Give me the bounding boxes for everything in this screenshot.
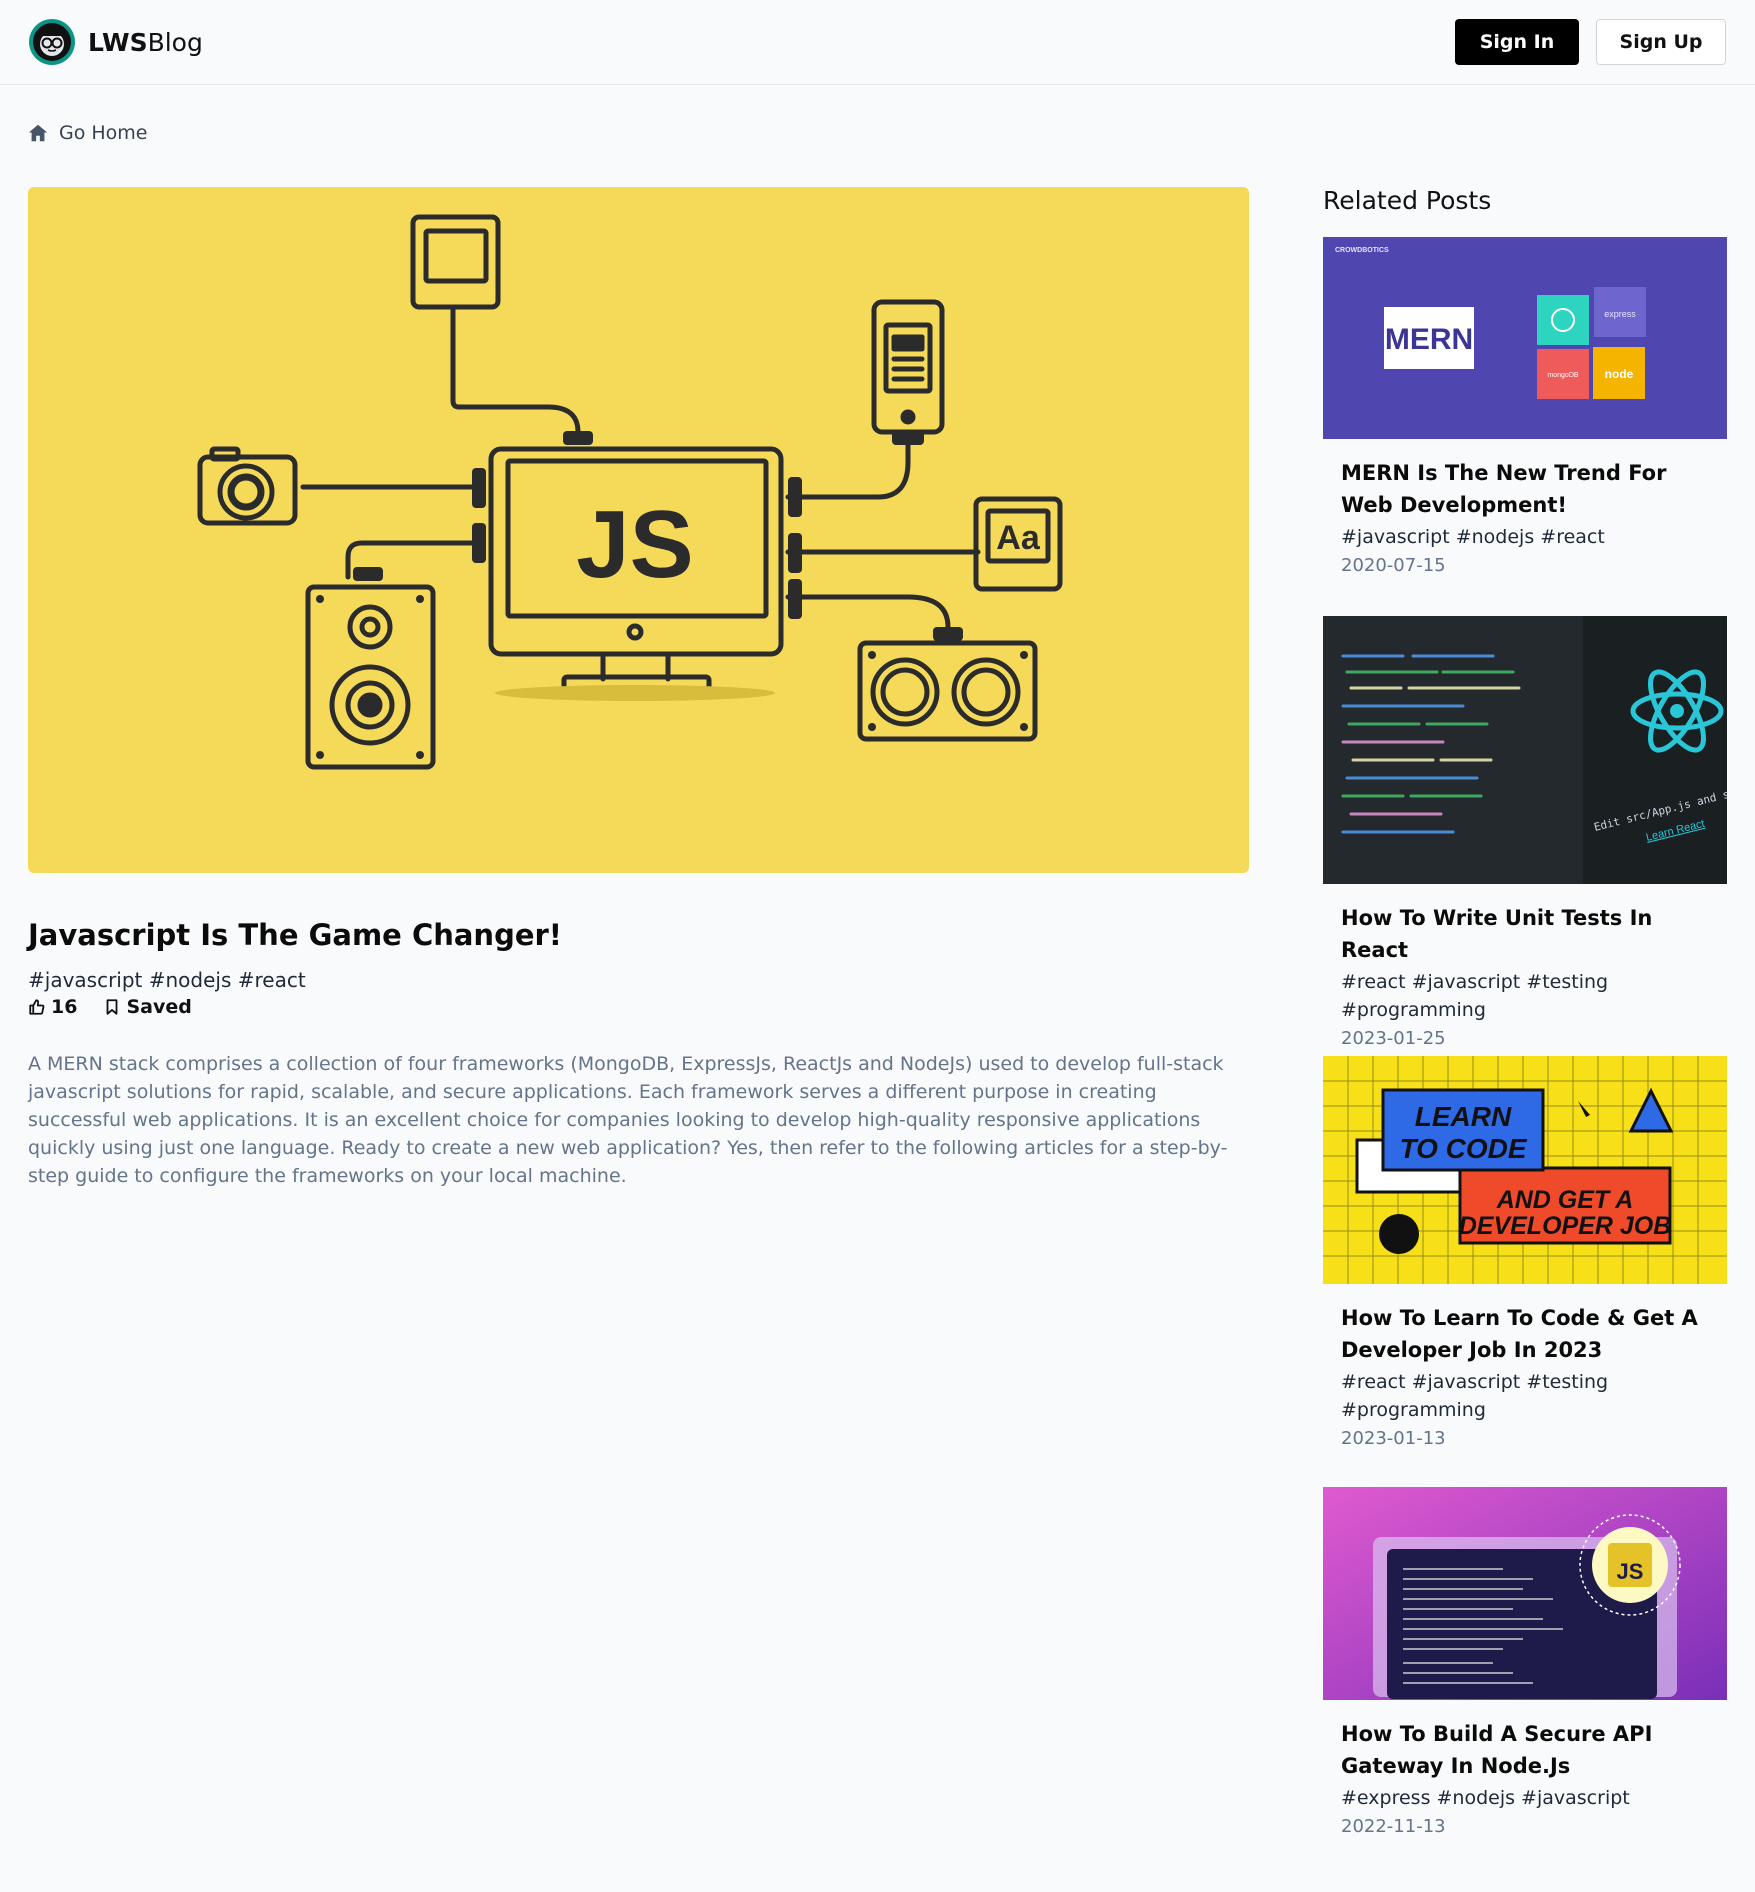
js-devices-illustration: JS Aa [197,214,1063,770]
go-home-label: Go Home [59,122,148,144]
brand-name: LWSBlog [88,27,203,57]
related-posts-heading: Related Posts [1323,186,1492,215]
post-description: A MERN stack comprises a collection of f… [28,1053,1228,1187]
svg-text:TO CODE: TO CODE [1399,1133,1527,1164]
svg-text:node: node [1605,367,1634,381]
svg-text:MERN: MERN [1385,323,1473,356]
like-count: 16 [51,996,78,1018]
hero-js-label: JS [576,491,693,598]
post-title: Javascript Is The Game Changer! [28,918,563,952]
svg-text:express: express [1604,309,1636,319]
related-post-date: 2020-07-15 [1341,555,1446,576]
svg-text:DEVELOPER JOB: DEVELOPER JOB [1459,1212,1672,1240]
related-post-date: 2022-11-13 [1341,1816,1446,1837]
related-post-tags: #react #javascript #testing #programming [1341,971,1609,1021]
hero-aa-glyph: Aa [996,519,1041,557]
related-post-card[interactable]: Edit src/App.js and save to reload. Lear… [1323,616,1727,1052]
navbar: LWSBlog Sign In Sign Up [0,0,1755,85]
like-button[interactable]: 16 [28,996,77,1018]
related-post-tags: #react #javascript #testing #programming [1341,1371,1609,1421]
go-home-link[interactable]: Go Home [27,122,148,144]
related-post-title[interactable]: How To Write Unit Tests In React [1341,902,1709,966]
save-button[interactable]: Saved [103,996,192,1018]
related-post-thumbnail: JS [1323,1487,1727,1700]
related-post-title[interactable]: How To Build A Secure API Gateway In Nod… [1341,1718,1709,1782]
related-post-card[interactable]: CROWDBOTICS MERN express mongoDB node ME… [1323,237,1727,579]
saved-label: Saved [126,996,192,1018]
brand-logo-link[interactable]: LWSBlog [28,18,203,66]
home-icon [28,124,48,142]
post-tags: #javascript #nodejs #react [28,968,306,992]
related-post-tags: #javascript #nodejs #react [1341,526,1605,548]
svg-text:CROWDBOTICS: CROWDBOTICS [1335,247,1389,254]
sign-up-button[interactable]: Sign Up [1596,19,1726,65]
related-post-title[interactable]: How To Learn To Code & Get A Developer J… [1341,1302,1709,1366]
related-post-date: 2023-01-13 [1341,1428,1446,1449]
thumbs-up-icon [29,999,45,1015]
post-meta: 16 Saved [28,996,192,1018]
svg-text:mongoDB: mongoDB [1547,372,1578,379]
related-post-title[interactable]: MERN Is The New Trend For Web Developmen… [1341,457,1709,521]
related-post-date: 2023-01-25 [1341,1028,1446,1049]
post-hero-image: JS Aa [28,187,1249,873]
bookmark-icon [107,999,118,1015]
svg-text:AND GET A: AND GET A [1496,1186,1634,1214]
related-post-card[interactable]: LEARN TO CODE AND GET A DEVELOPER JOB Ho… [1323,1056,1727,1452]
svg-text:LEARN: LEARN [1415,1101,1512,1132]
svg-text:JS: JS [1617,1559,1644,1584]
sign-in-button[interactable]: Sign In [1455,19,1579,65]
related-post-tags: #express #nodejs #javascript [1341,1787,1630,1809]
related-post-thumbnail: LEARN TO CODE AND GET A DEVELOPER JOB [1323,1056,1727,1284]
related-post-thumbnail: CROWDBOTICS MERN express mongoDB node [1323,237,1727,439]
logo-icon [29,19,75,65]
related-post-card[interactable]: JS How To Build A Secure API Gateway In … [1323,1487,1727,1840]
related-post-thumbnail: Edit src/App.js and save to reload. Lear… [1323,616,1727,884]
